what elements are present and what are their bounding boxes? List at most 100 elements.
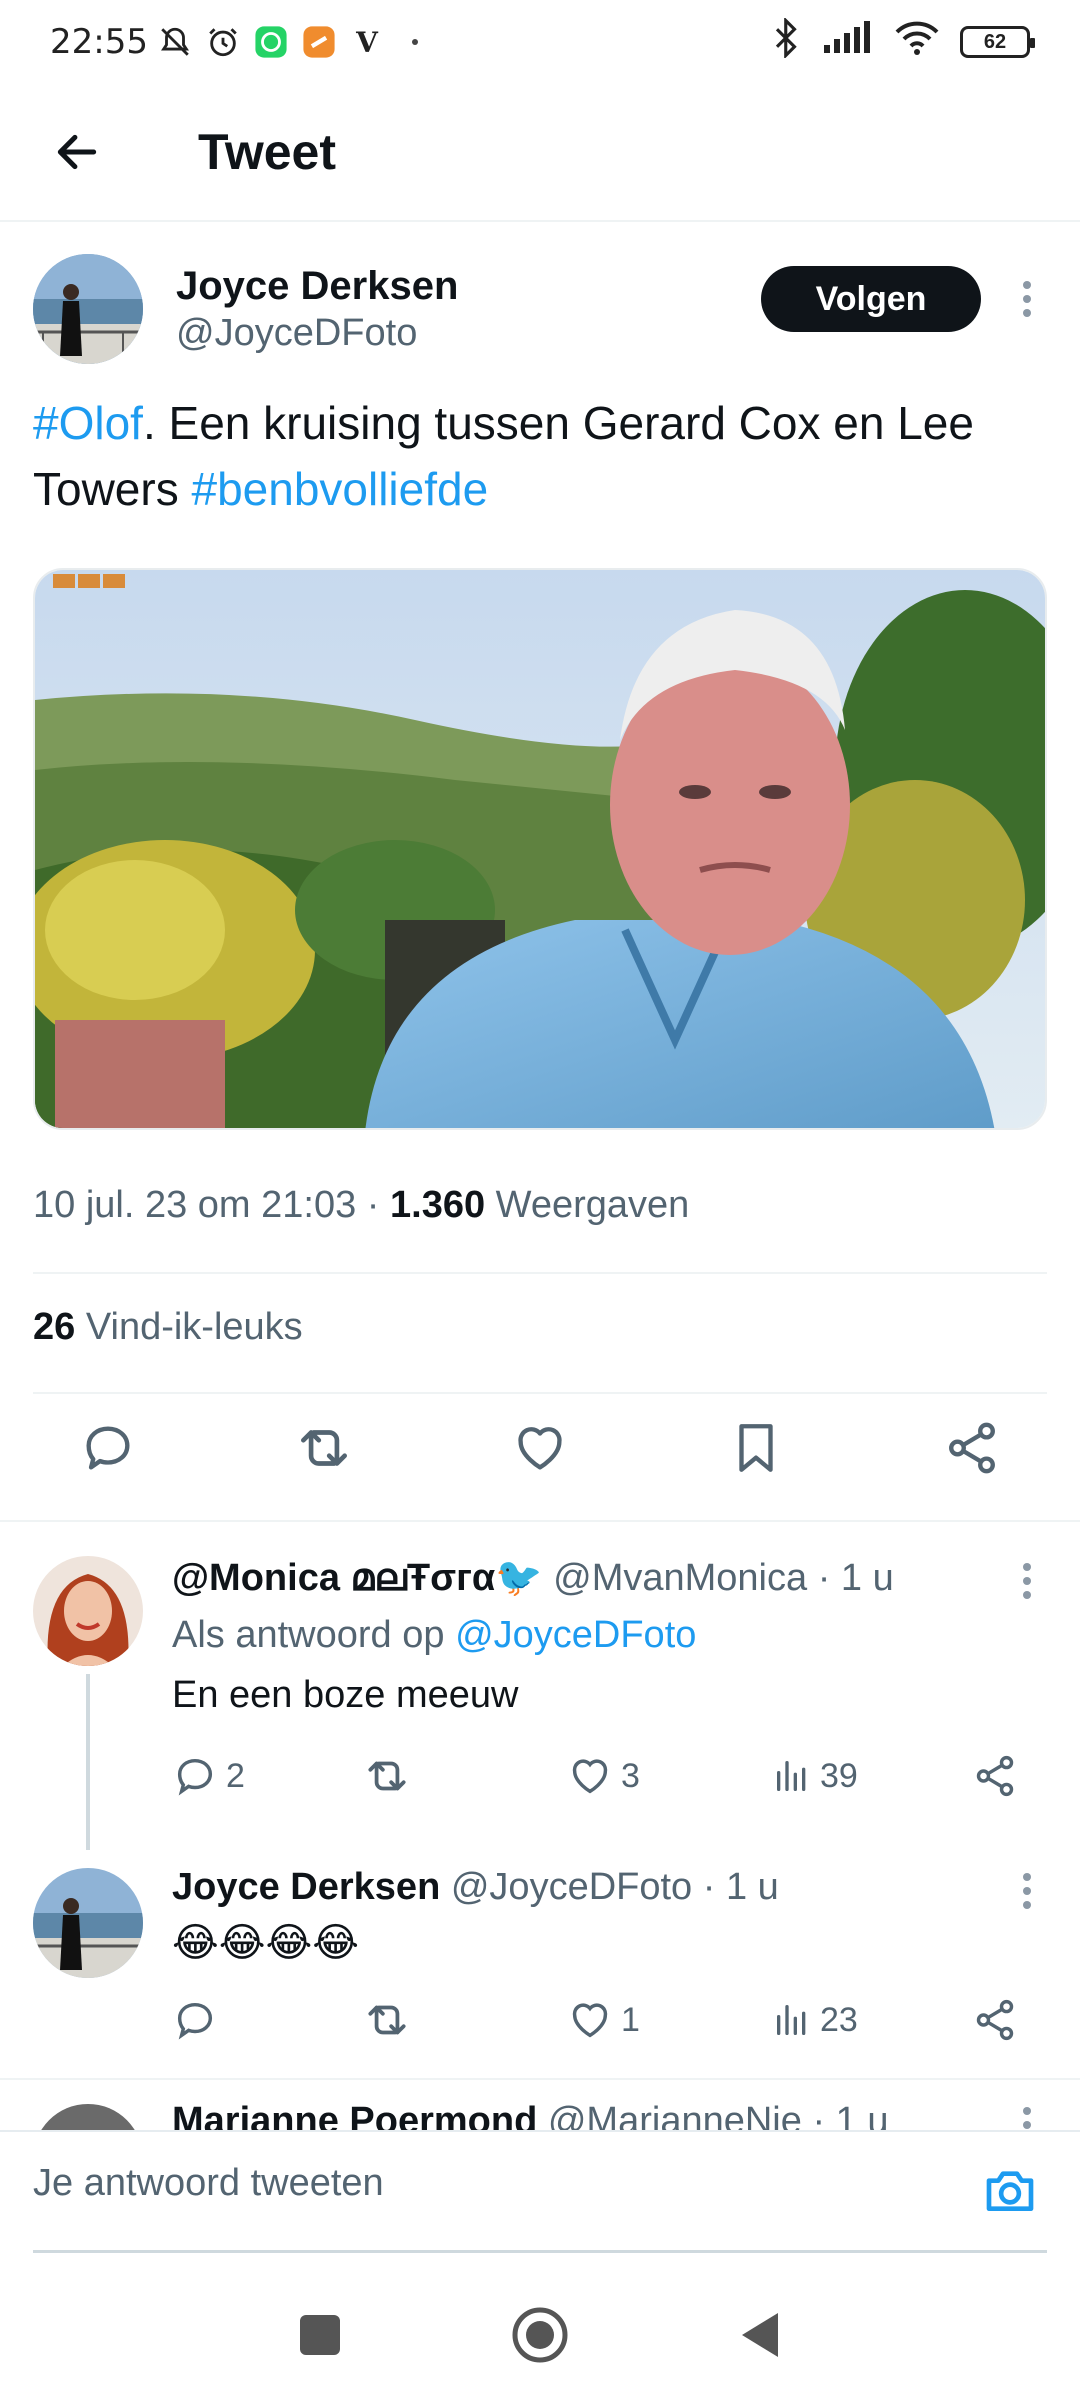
like-count: 1 bbox=[621, 2000, 640, 2039]
reply-header: Joyce Derksen @JoyceDFoto · 1 u bbox=[172, 1866, 779, 1909]
like-button[interactable] bbox=[505, 1413, 575, 1483]
reply-button[interactable] bbox=[172, 1990, 226, 2050]
dot-icon bbox=[398, 25, 432, 59]
divider bbox=[33, 1392, 1047, 1394]
reply-author-name[interactable]: Marianne Poermond bbox=[172, 2100, 537, 2130]
reply-author-name[interactable]: @Monica മലŦσгα🐦 bbox=[172, 1557, 543, 1599]
wifi-icon bbox=[894, 20, 940, 65]
heart-icon bbox=[518, 1427, 562, 1470]
alarm-icon bbox=[206, 25, 240, 59]
reply-author-handle[interactable]: @MvanMonica bbox=[553, 1557, 807, 1599]
back-button[interactable] bbox=[32, 107, 122, 197]
tweet-text-body: . Een kruising tussen Gerard Cox en Lee … bbox=[33, 397, 974, 515]
thread-line bbox=[86, 1674, 90, 1850]
retweet-icon bbox=[368, 2005, 406, 2035]
back-nav-button[interactable] bbox=[725, 2300, 795, 2370]
reply-icon bbox=[177, 1758, 213, 1796]
views-count: 23 bbox=[820, 2000, 858, 2039]
retweet-icon bbox=[301, 1430, 347, 1466]
reply-tweet[interactable]: Joyce Derksen @JoyceDFoto · 1 u 😂😂😂😂 1 2… bbox=[0, 1840, 1080, 2080]
more-options-button[interactable] bbox=[1007, 1866, 1047, 1916]
avatar[interactable] bbox=[33, 254, 143, 364]
more-options-button[interactable] bbox=[1007, 2100, 1047, 2130]
reply-input[interactable]: Je antwoord tweeten bbox=[33, 2162, 384, 2205]
meta-separator: · bbox=[356, 1184, 391, 1226]
analytics-icon bbox=[777, 2005, 806, 2035]
reply-author-handle[interactable]: @JoyceDFoto bbox=[451, 1866, 692, 1908]
reply-text: En een boze meeuw bbox=[172, 1674, 519, 1716]
retweet-button[interactable] bbox=[289, 1413, 359, 1483]
divider bbox=[33, 1272, 1047, 1274]
reply-composer: Je antwoord tweeten bbox=[0, 2130, 1080, 2270]
recents-button[interactable] bbox=[285, 2300, 355, 2370]
like-button[interactable]: 3 bbox=[567, 1746, 640, 1806]
author-name[interactable]: Joyce Derksen bbox=[176, 264, 458, 309]
hashtag-link[interactable]: #benbvolliefde bbox=[191, 463, 488, 515]
reply-header: @Monica മലŦσгα🐦 @MvanMonica · 1 u bbox=[172, 1556, 894, 1600]
like-button[interactable]: 1 bbox=[567, 1990, 640, 2050]
reply-tweet[interactable]: Marianne Poermond @MarianneNie · 1 u bbox=[0, 2080, 1080, 2130]
more-options-button[interactable] bbox=[1007, 1556, 1047, 1606]
avatar[interactable] bbox=[33, 1868, 143, 1978]
author-handle[interactable]: @JoyceDFoto bbox=[176, 312, 417, 355]
views-button[interactable]: 39 bbox=[772, 1746, 858, 1806]
home-button[interactable] bbox=[505, 2300, 575, 2370]
avatar[interactable] bbox=[33, 2104, 143, 2130]
reply-time: · 1 u bbox=[817, 1557, 894, 1599]
share-button[interactable] bbox=[972, 1746, 1018, 1806]
share-icon bbox=[976, 1999, 1014, 2041]
reply-button[interactable]: 2 bbox=[172, 1746, 245, 1806]
views-label: Weergaven bbox=[485, 1184, 690, 1226]
follow-button[interactable]: Volgen bbox=[761, 266, 981, 332]
views-count: 1.360 bbox=[390, 1184, 486, 1226]
retweet-button[interactable] bbox=[362, 1990, 412, 2050]
input-underline bbox=[33, 2250, 1047, 2253]
reply-icon bbox=[177, 2002, 213, 2040]
tweet-meta: 10 jul. 23 om 21:03 · 1.360 Weergaven bbox=[33, 1184, 689, 1227]
reply-time: · 1 u bbox=[812, 2100, 889, 2130]
like-count: 3 bbox=[621, 1756, 640, 1795]
share-button[interactable] bbox=[972, 1990, 1018, 2050]
system-nav-bar bbox=[0, 2270, 1080, 2400]
likes-label: Vind-ik-leuks bbox=[75, 1306, 303, 1348]
more-vertical-icon bbox=[1023, 1873, 1031, 1909]
carrier-glyph: V bbox=[356, 25, 378, 59]
more-vertical-icon bbox=[1023, 1563, 1031, 1599]
share-icon bbox=[949, 1422, 995, 1474]
reply-to-handle[interactable]: @JoyceDFoto bbox=[455, 1614, 696, 1656]
reply-time: · 1 u bbox=[702, 1866, 779, 1908]
bluetooth-icon bbox=[772, 16, 802, 67]
share-button[interactable] bbox=[937, 1413, 1007, 1483]
reply-tweet[interactable]: @Monica മലŦσгα🐦 @MvanMonica · 1 u Als an… bbox=[0, 1520, 1080, 1850]
status-bar: 22:55 V 62 bbox=[0, 0, 1080, 84]
reply-author-name[interactable]: Joyce Derksen bbox=[172, 1866, 440, 1908]
share-icon bbox=[976, 1755, 1014, 1797]
bookmark-button[interactable] bbox=[721, 1413, 791, 1483]
top-app-bar: Tweet bbox=[0, 84, 1080, 222]
views-count: 39 bbox=[820, 1756, 858, 1795]
likes-summary[interactable]: 26 Vind-ik-leuks bbox=[33, 1306, 303, 1349]
reply-button[interactable] bbox=[73, 1413, 143, 1483]
bookmark-icon bbox=[739, 1424, 773, 1472]
page-title: Tweet bbox=[198, 124, 336, 180]
status-time: 22:55 bbox=[50, 22, 148, 62]
heart-icon bbox=[572, 2003, 608, 2038]
views-button[interactable]: 23 bbox=[772, 1990, 858, 2050]
heart-icon bbox=[572, 1759, 608, 1794]
avatar[interactable] bbox=[33, 1556, 143, 1666]
arrow-left-icon bbox=[57, 134, 97, 170]
camera-button[interactable] bbox=[980, 2160, 1040, 2220]
signal-icon bbox=[822, 20, 874, 64]
tweet-author-row: Joyce Derksen @JoyceDFoto Volgen bbox=[33, 254, 1047, 364]
tweet-image[interactable] bbox=[33, 568, 1047, 1130]
retweet-icon bbox=[368, 1761, 406, 1791]
hashtag-link[interactable]: #Olof bbox=[33, 397, 143, 449]
retweet-button[interactable] bbox=[362, 1746, 412, 1806]
whatsapp-icon bbox=[254, 25, 288, 59]
more-vertical-icon bbox=[1023, 2107, 1031, 2129]
reply-author-handle[interactable]: @MarianneNie bbox=[548, 2100, 802, 2130]
more-vertical-icon bbox=[1023, 281, 1031, 317]
reply-to-line: Als antwoord op @JoyceDFoto bbox=[172, 1614, 696, 1657]
tweet-action-bar bbox=[33, 1398, 1047, 1498]
more-options-button[interactable] bbox=[1007, 274, 1047, 324]
